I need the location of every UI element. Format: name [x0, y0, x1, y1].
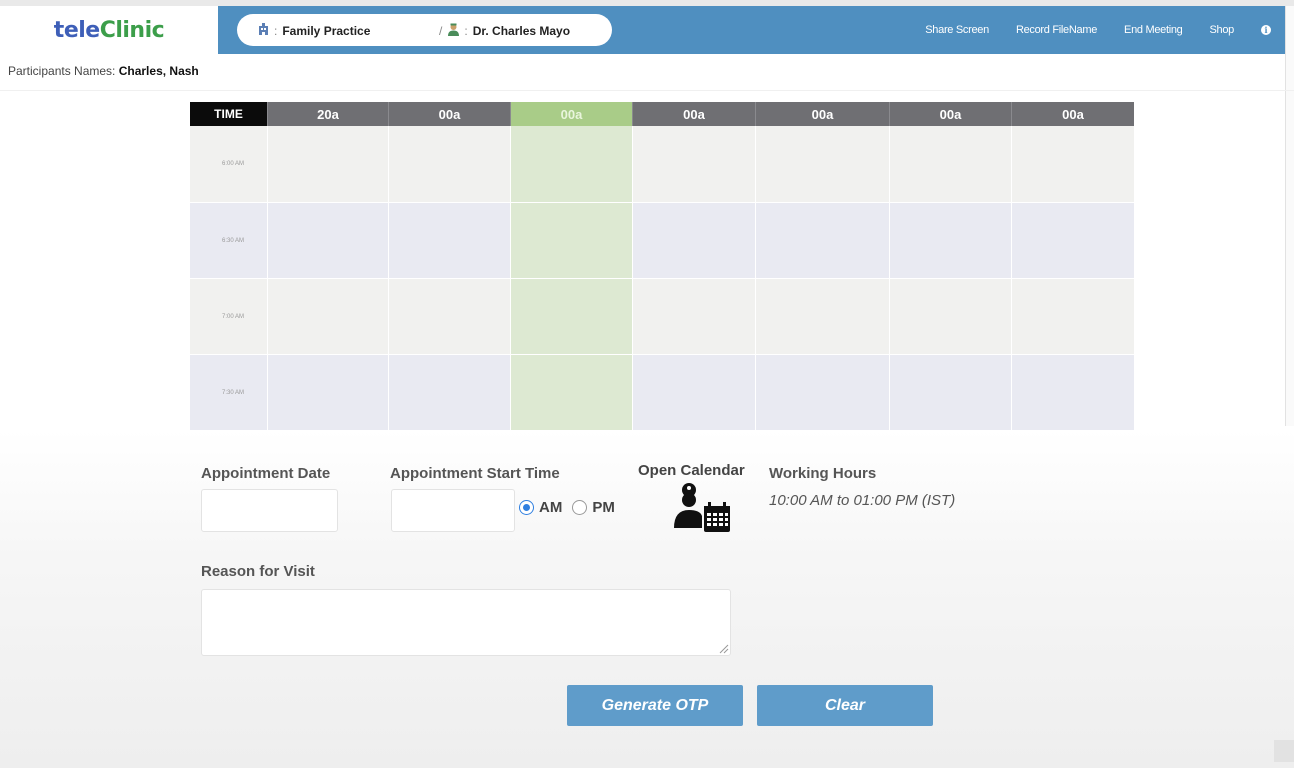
participants-names: Charles, Nash — [118, 64, 199, 78]
calendar-cell[interactable] — [632, 126, 755, 202]
calendar-grid: 6:00 AM 6:30 AM 7:00 AM 7:30 AM — [190, 126, 1134, 430]
calendar-cell[interactable] — [388, 126, 510, 202]
logo-area: teleClinic — [0, 6, 218, 54]
reason-label: Reason for Visit — [201, 563, 315, 580]
hospital-icon — [257, 23, 270, 39]
calendar-cell[interactable] — [1011, 355, 1134, 430]
record-filename-link[interactable]: Record FileName — [1016, 24, 1097, 36]
start-time-label: Appointment Start Time — [390, 465, 560, 482]
logo-tele-text: tele — [53, 17, 100, 43]
logo-clinic-text: Clinic — [99, 17, 165, 43]
calendar-cell[interactable] — [889, 203, 1011, 278]
calendar-row: 7:30 AM — [190, 354, 1134, 430]
nav-links: Share Screen Record FileName End Meeting… — [925, 6, 1271, 54]
end-meeting-link[interactable]: End Meeting — [1124, 24, 1183, 36]
calendar-cell[interactable] — [1011, 126, 1134, 202]
slash-separator: / — [439, 24, 443, 38]
calendar-cell[interactable] — [510, 203, 632, 278]
doctor-calendar-icon[interactable] — [672, 480, 732, 539]
calendar-cell[interactable] — [267, 126, 388, 202]
calendar-row: 7:00 AM — [190, 278, 1134, 354]
doctor-segment: / : Dr. Charles Mayo — [439, 23, 570, 39]
info-icon[interactable]: i — [1261, 25, 1271, 35]
calendar-header: TIME 20a 00a 00a 00a 00a 00a 00a — [190, 102, 1134, 126]
day-header[interactable]: 20a — [267, 102, 388, 126]
teleclinic-logo[interactable]: teleClinic — [53, 17, 165, 43]
textarea-resize-handle[interactable] — [717, 641, 729, 654]
practice-separator: : — [274, 24, 278, 38]
working-hours-label: Working Hours — [769, 465, 877, 482]
calendar-cell[interactable] — [889, 126, 1011, 202]
calendar-cell[interactable] — [388, 355, 510, 430]
participants-line: Participants Names: Charles, Nash — [8, 64, 199, 78]
calendar-cell[interactable] — [755, 355, 889, 430]
calendar-cell[interactable] — [510, 279, 632, 354]
calendar-cell[interactable] — [267, 203, 388, 278]
content-divider — [0, 90, 1294, 91]
calendar-cell[interactable] — [632, 279, 755, 354]
reason-textarea[interactable] — [201, 589, 731, 656]
start-time-input[interactable] — [391, 489, 515, 532]
day-header-today[interactable]: 00a — [510, 102, 632, 126]
calendar-cell[interactable] — [1011, 279, 1134, 354]
calendar-row: 6:30 AM — [190, 202, 1134, 278]
calendar-cell[interactable] — [388, 279, 510, 354]
day-header[interactable]: 00a — [755, 102, 889, 126]
calendar-cell[interactable] — [632, 203, 755, 278]
calendar-cell[interactable] — [388, 203, 510, 278]
schedule-calendar: TIME 20a 00a 00a 00a 00a 00a 00a 6:00 AM… — [190, 102, 1134, 430]
doctor-label: Dr. Charles Mayo — [472, 24, 571, 38]
clear-button[interactable]: Clear — [757, 685, 933, 726]
share-screen-link[interactable]: Share Screen — [925, 24, 989, 36]
calendar-cell[interactable] — [755, 126, 889, 202]
top-navbar: : Family Practice / : Dr. Charles Mayo S… — [218, 6, 1285, 54]
time-slot-label: 6:30 AM — [222, 237, 245, 244]
am-pm-toggle: AM PM — [519, 499, 615, 516]
day-header[interactable]: 00a — [889, 102, 1011, 126]
time-slot-label: 7:00 AM — [222, 313, 245, 320]
doctor-icon — [447, 23, 460, 39]
appointment-date-label: Appointment Date — [201, 465, 331, 482]
shop-link[interactable]: Shop — [1210, 24, 1235, 36]
calendar-cell[interactable] — [267, 279, 388, 354]
participants-label: Participants Names: — [8, 64, 116, 78]
session-info-pill: : Family Practice / : Dr. Charles Mayo — [237, 14, 612, 46]
open-calendar-label: Open Calendar — [638, 462, 745, 479]
calendar-cell[interactable] — [632, 355, 755, 430]
doctor-separator: : — [464, 24, 468, 38]
pm-radio[interactable] — [572, 500, 588, 515]
window-corner — [1274, 740, 1294, 762]
am-label: AM — [539, 499, 563, 516]
calendar-cell[interactable] — [889, 355, 1011, 430]
calendar-cell[interactable] — [510, 126, 632, 202]
calendar-cell[interactable] — [755, 279, 889, 354]
pm-label: PM — [592, 499, 615, 516]
practice-segment: : Family Practice — [257, 23, 370, 39]
time-slot-label: 7:30 AM — [222, 389, 245, 396]
time-slot-label: 6:00 AM — [222, 161, 245, 167]
day-header[interactable]: 00a — [388, 102, 510, 126]
calendar-cell[interactable] — [1011, 203, 1134, 278]
practice-label: Family Practice — [282, 24, 371, 38]
calendar-row: 6:00 AM — [190, 126, 1134, 202]
generate-otp-button[interactable]: Generate OTP — [567, 685, 743, 726]
calendar-cell[interactable] — [267, 355, 388, 430]
working-hours-value: 10:00 AM to 01:00 PM (IST) — [769, 492, 956, 509]
calendar-cell[interactable] — [755, 203, 889, 278]
appointment-date-input[interactable] — [201, 489, 338, 532]
calendar-cell[interactable] — [889, 279, 1011, 354]
day-header[interactable]: 00a — [632, 102, 755, 126]
am-radio[interactable] — [519, 500, 534, 515]
time-column-header: TIME — [190, 102, 267, 126]
day-header[interactable]: 00a — [1011, 102, 1134, 126]
calendar-cell[interactable] — [510, 355, 632, 430]
right-scroll-edge — [1285, 6, 1294, 426]
